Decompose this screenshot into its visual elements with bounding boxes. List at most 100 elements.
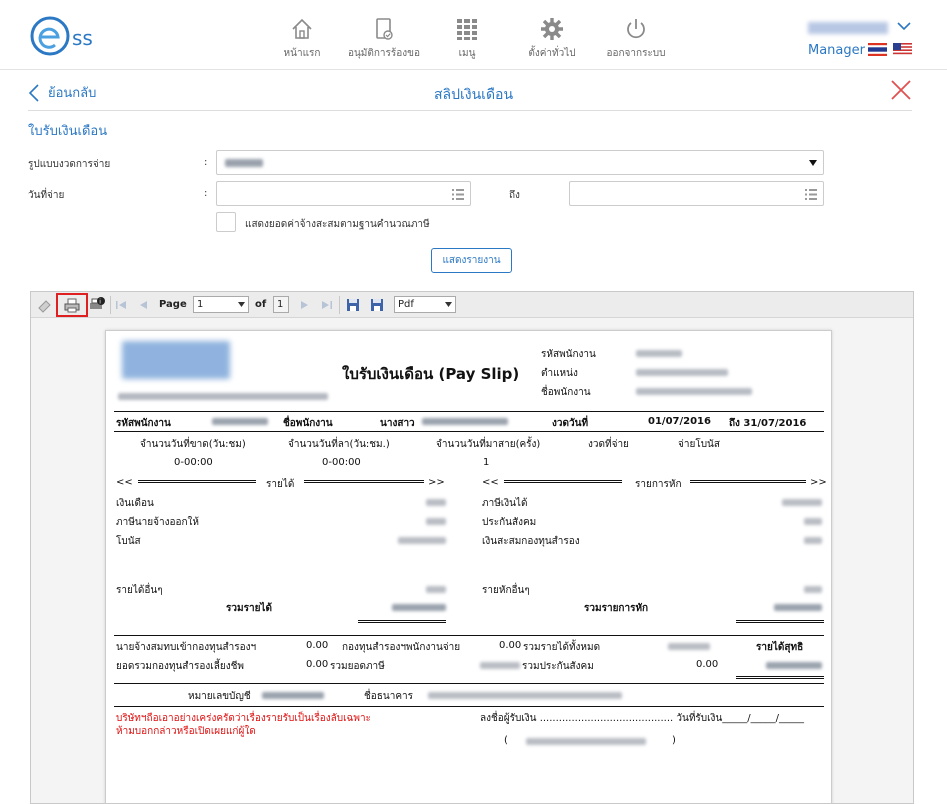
fund-employee-value: 0.00 bbox=[499, 640, 522, 651]
nav-logout[interactable]: ออกจากระบบ bbox=[604, 16, 668, 61]
thai-flag-icon[interactable] bbox=[868, 43, 887, 56]
page-title: สลิปเงินเดือน bbox=[433, 87, 514, 103]
logo-text: ss bbox=[72, 26, 93, 50]
close-icon[interactable] bbox=[890, 79, 912, 101]
colon: : bbox=[204, 157, 208, 168]
dropdown-arrow-icon bbox=[445, 302, 452, 307]
power-icon bbox=[627, 19, 645, 39]
nav-settings[interactable]: ตั้งค่าทั่วไป bbox=[525, 16, 579, 61]
col-late-label: จำนวนวันที่มาสาย(ครั้ง) bbox=[436, 439, 541, 450]
divider bbox=[28, 110, 912, 111]
period-from: 01/07/2016 bbox=[648, 416, 711, 427]
first-page-icon[interactable] bbox=[115, 296, 127, 314]
col-absent-label: จำนวนวันที่ขาด(วัน:ชม) bbox=[140, 439, 246, 450]
nav-label: ตั้งค่าทั่วไป bbox=[528, 48, 576, 59]
next-page-icon[interactable] bbox=[299, 296, 311, 314]
double-line bbox=[504, 480, 622, 483]
emp-code-value-redacted bbox=[212, 418, 268, 425]
save-icon[interactable] bbox=[345, 296, 361, 314]
app-header: ss หน้าแรก อนุมัติการร้องขอ เมนู ตั้งค่า… bbox=[0, 0, 947, 70]
toolbar-separator bbox=[110, 296, 111, 314]
fund-total-value: 0.00 bbox=[306, 659, 329, 670]
print-setup-icon[interactable]: i bbox=[89, 296, 105, 314]
report-viewer: i Page 1 of 1 Pdf ใบรับเงินเดือน (Pay Sl… bbox=[30, 291, 914, 804]
other-deduct-label: รายหักอื่นๆ bbox=[482, 585, 530, 596]
income-amount-redacted bbox=[426, 518, 446, 525]
fund-employer-label: นายจ้างสมทบเข้ากองทุนสำรองฯ bbox=[116, 642, 257, 653]
export-icon[interactable] bbox=[369, 296, 385, 314]
total-deduct-redacted bbox=[774, 604, 822, 611]
section-title: ใบรับเงินเดือน bbox=[28, 124, 108, 139]
last-page-icon[interactable] bbox=[321, 296, 333, 314]
user-role: Manager bbox=[808, 43, 865, 58]
confidential-notice-2: ห้ามบอกกล่าวหรือเปิดเผยแก่ผู้ใด bbox=[116, 726, 256, 737]
chevron-down-icon[interactable] bbox=[896, 20, 912, 32]
double-line bbox=[304, 480, 424, 483]
toolbar-separator bbox=[339, 296, 340, 314]
pay-type-label: รูปแบบงวดการจ่าย bbox=[28, 159, 111, 170]
company-address-redacted bbox=[118, 393, 328, 400]
ess-logo[interactable]: ss bbox=[30, 14, 120, 58]
printer-icon[interactable] bbox=[64, 298, 80, 313]
divider bbox=[114, 683, 824, 684]
user-name-redacted[interactable] bbox=[808, 22, 888, 34]
income-item: ภาษีนายจ้างออกให้ bbox=[116, 517, 200, 528]
total-tax-redacted bbox=[480, 662, 520, 669]
fund-total-label: ยอดรวมกองทุนสำรองเลี้ยงชีพ bbox=[116, 661, 244, 672]
receiver-name-redacted bbox=[526, 738, 646, 745]
payslip-page: ใบรับเงินเดือน (Pay Slip) รหัสพนักงาน ตำ… bbox=[105, 330, 832, 803]
income-amount-redacted bbox=[398, 537, 446, 544]
deduct-amount-redacted bbox=[804, 518, 822, 525]
pay-date-to-input[interactable] bbox=[569, 181, 824, 206]
of-label: of bbox=[255, 299, 267, 310]
calendar-list-icon[interactable] bbox=[805, 189, 817, 200]
fund-employee-label: กองทุนสำรองฯพนักงานจ่าย bbox=[342, 642, 461, 653]
nav-menu[interactable]: เมนู bbox=[452, 16, 482, 61]
eraser-icon[interactable] bbox=[37, 296, 53, 314]
show-report-button[interactable]: แสดงรายงาน bbox=[431, 248, 512, 273]
nav-home[interactable]: หน้าแรก bbox=[280, 16, 324, 61]
fund-employer-value: 0.00 bbox=[306, 640, 329, 651]
pay-type-select[interactable] bbox=[216, 150, 824, 175]
hdr-emp-name-label: ชื่อพนักงาน bbox=[541, 387, 591, 398]
calendar-list-icon[interactable] bbox=[452, 189, 464, 200]
total-pages: 1 bbox=[273, 296, 289, 313]
total-all-income-label: รวมรายได้ทั้งหมด bbox=[523, 642, 601, 653]
total-all-income-redacted bbox=[668, 643, 710, 650]
previous-page-icon[interactable] bbox=[137, 296, 149, 314]
pay-date-from-input[interactable] bbox=[216, 181, 471, 206]
us-flag-icon[interactable] bbox=[893, 43, 912, 56]
row-emp-code-label: รหัสพนักงาน bbox=[116, 418, 171, 429]
nav-approve[interactable]: อนุมัติการร้องขอ bbox=[345, 16, 423, 61]
name-value-redacted bbox=[422, 418, 508, 425]
hdr-position-label: ตำแหน่ง bbox=[541, 368, 578, 379]
double-line bbox=[138, 480, 256, 483]
divider bbox=[114, 411, 824, 412]
deduct-arrow-left: << bbox=[482, 477, 499, 488]
export-format-select[interactable]: Pdf bbox=[394, 296, 456, 313]
double-underline bbox=[736, 676, 824, 679]
grid-menu-icon bbox=[457, 19, 477, 40]
slip-title: ใบรับเงินเดือน (Pay Slip) bbox=[342, 365, 520, 383]
deduct-arrow-right: >> bbox=[810, 477, 827, 488]
nav-label: หน้าแรก bbox=[283, 48, 321, 59]
print-button-highlight[interactable] bbox=[56, 293, 88, 317]
page-number-select[interactable]: 1 bbox=[193, 296, 249, 313]
total-ss-label: รวมประกันสังคม bbox=[522, 661, 594, 672]
row-name-prefix: นางสาว bbox=[380, 418, 415, 429]
nav-label: ออกจากระบบ bbox=[606, 48, 666, 59]
income-arrow-right: >> bbox=[428, 477, 445, 488]
other-income-redacted bbox=[426, 586, 446, 593]
income-item: เงินเดือน bbox=[116, 498, 154, 509]
account-label: หมายเลขบัญชี bbox=[188, 691, 251, 702]
row-emp-name-label: ชื่อพนักงาน bbox=[283, 418, 333, 429]
total-income-redacted bbox=[392, 604, 446, 611]
nav-label: เมนู bbox=[458, 48, 476, 59]
income-amount-redacted bbox=[426, 499, 446, 506]
home-icon bbox=[292, 18, 312, 39]
double-line bbox=[690, 480, 806, 483]
accumulate-checkbox[interactable] bbox=[216, 212, 236, 232]
total-income-label: รวมรายได้ bbox=[226, 603, 272, 614]
bank-label: ชื่อธนาคาร bbox=[364, 691, 414, 702]
page-number-value: 1 bbox=[197, 299, 204, 310]
